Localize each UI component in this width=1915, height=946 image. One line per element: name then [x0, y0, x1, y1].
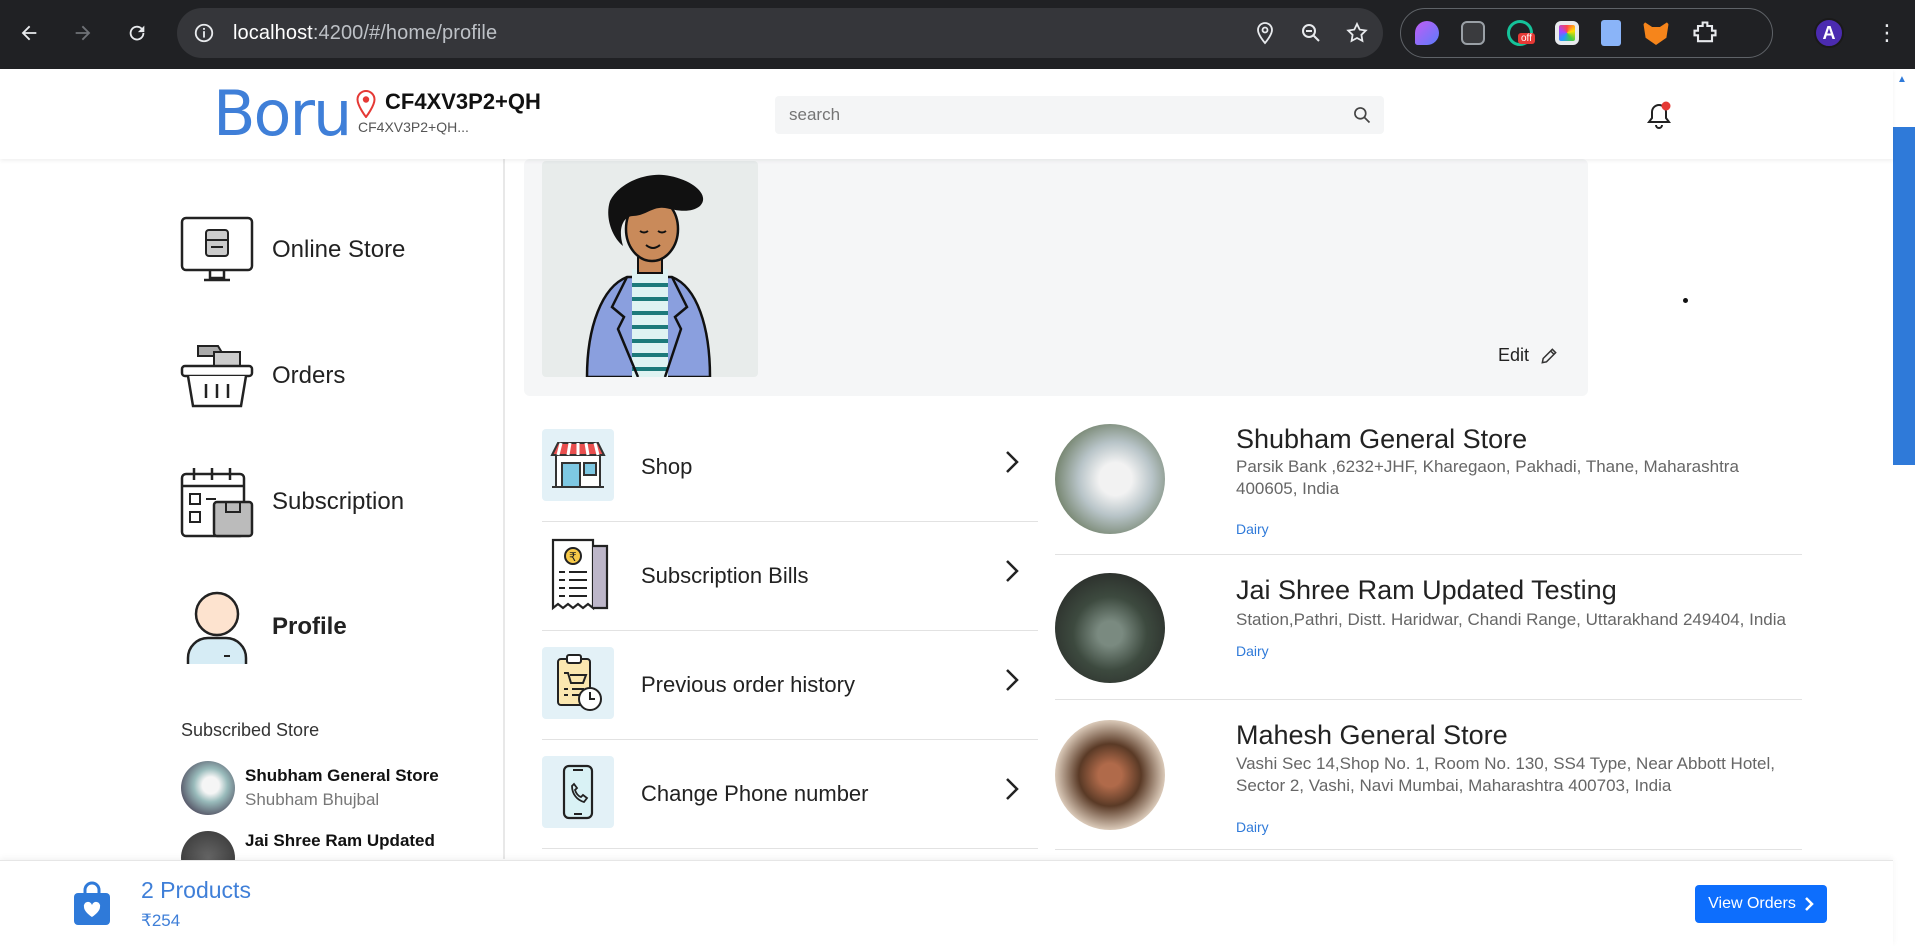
chevron-right-icon[interactable] [1004, 449, 1020, 475]
store-name: Jai Shree Ram Updated Testing [1236, 575, 1617, 605]
bill-receipt-icon: ₹ [542, 538, 614, 611]
subscribed-store-owner: Shubham Bhujbal [245, 790, 380, 809]
chevron-right-icon[interactable] [1004, 558, 1020, 584]
back-icon[interactable] [9, 13, 49, 53]
store-name: Shubham General Store [1236, 424, 1528, 454]
view-orders-button[interactable]: View Orders [1695, 885, 1827, 923]
chevron-right-icon[interactable] [1004, 667, 1020, 693]
store-image [1055, 424, 1165, 534]
chevron-right-icon[interactable] [1004, 776, 1020, 802]
sidebar-item-profile[interactable]: Profile [180, 590, 347, 664]
bookmark-star-icon[interactable] [1345, 21, 1369, 45]
extension-grammar-icon[interactable]: off [1507, 20, 1535, 46]
cart-count[interactable]: 2 Products [141, 877, 251, 904]
profile-avatar[interactable] [542, 161, 758, 377]
store-card[interactable]: Shubham General Store Parsik Bank ,6232+… [1055, 420, 1802, 555]
orders-basket-icon [180, 339, 254, 413]
extension-grid-icon[interactable] [1461, 21, 1485, 45]
extensions-icon[interactable] [1691, 19, 1719, 47]
shopping-bag-icon[interactable] [72, 881, 112, 927]
search-input[interactable] [789, 105, 1329, 125]
shop-icon [542, 429, 614, 501]
location-pin-icon[interactable] [356, 90, 376, 118]
profile-person-icon [180, 590, 254, 664]
address-bar[interactable]: localhost:4200/#/home/profile [177, 8, 1383, 58]
menu-item-change-phone[interactable]: Change Phone number [542, 740, 1038, 849]
location-title[interactable]: CF4XV3P2+QH [385, 89, 541, 115]
zoom-icon[interactable] [1299, 21, 1323, 45]
left-sidebar: Online Store Orders Subscription Profile… [170, 159, 505, 885]
store-image [1055, 720, 1165, 830]
store-card[interactable]: Mahesh General Store Vashi Sec 14,Shop N… [1055, 700, 1802, 850]
subscription-calendar-icon [180, 465, 254, 539]
store-name: Mahesh General Store [1236, 720, 1508, 750]
menu-item-label: Subscription Bills [641, 563, 809, 588]
extension-purple-icon[interactable] [1415, 21, 1439, 45]
extension-fox-icon[interactable] [1643, 21, 1669, 45]
edit-label: Edit [1498, 345, 1530, 365]
store-avatar [181, 761, 235, 815]
sidebar-item-online-store[interactable]: Online Store [180, 213, 405, 287]
menu-icon[interactable]: ⋮ [1876, 20, 1898, 46]
url-text[interactable]: localhost:4200/#/home/profile [233, 22, 497, 45]
scrollbar-thumb[interactable] [1893, 127, 1915, 465]
store-category: Dairy [1236, 521, 1269, 537]
site-info-icon[interactable] [193, 22, 215, 44]
decorative-dot [1683, 298, 1688, 303]
sidebar-item-label: Subscription [272, 488, 405, 515]
sidebar-item-label: Orders [272, 362, 346, 389]
extension-docs-icon[interactable] [1601, 20, 1621, 46]
extensions-bar: off [1400, 8, 1773, 58]
edit-profile-button[interactable]: Edit [1498, 345, 1559, 366]
store-category: Dairy [1236, 643, 1269, 659]
subscribed-store-name: Jai Shree Ram Updated [245, 831, 435, 850]
browser-toolbar: localhost:4200/#/home/profile off A ⋮ [0, 0, 1915, 69]
profile-card: Edit [524, 159, 1588, 396]
menu-item-shop[interactable]: Shop [542, 413, 1038, 522]
subscribed-store-heading: Subscribed Store [181, 720, 320, 740]
sidebar-item-subscription[interactable]: Subscription [180, 465, 404, 539]
search-icon[interactable] [1352, 105, 1372, 125]
location-icon[interactable] [1253, 21, 1277, 45]
notification-bell-icon[interactable] [1646, 101, 1672, 131]
browser-profile-avatar[interactable]: A [1814, 18, 1844, 48]
brand-logo[interactable]: Boru [213, 83, 352, 145]
profile-menu: Shop ₹ Subscription Bills Previous order… [542, 413, 1038, 849]
app-header: Boru CF4XV3P2+QH CF4XV3P2+QH... [0, 69, 1893, 159]
forward-icon[interactable] [63, 13, 103, 53]
svg-text:₹: ₹ [569, 550, 577, 564]
sidebar-item-label: Profile [272, 613, 347, 640]
chevron-right-icon [1804, 897, 1814, 911]
menu-item-label: Previous order history [641, 672, 855, 697]
subscribed-store-name: Shubham General Store [245, 766, 439, 785]
subscribed-store-item[interactable]: Shubham General Store Shubham Bhujbal [181, 761, 439, 815]
search-box[interactable] [775, 96, 1384, 134]
view-orders-label: View Orders [1708, 895, 1796, 912]
menu-item-label: Change Phone number [641, 781, 869, 806]
menu-item-subscription-bills[interactable]: ₹ Subscription Bills [542, 522, 1038, 631]
store-address: Station,Pathri, Distt. Haridwar, Chandi … [1236, 610, 1786, 629]
order-history-icon [542, 647, 614, 719]
store-list: Shubham General Store Parsik Bank ,6232+… [1055, 420, 1802, 850]
online-store-icon [180, 213, 254, 287]
store-category: Dairy [1236, 819, 1269, 835]
reload-icon[interactable] [117, 13, 157, 53]
cart-bottom-bar: 2 Products ₹254 View Orders [0, 860, 1893, 946]
location-subtitle[interactable]: CF4XV3P2+QH... [358, 119, 469, 135]
cart-total: ₹254 [141, 911, 181, 930]
store-image [1055, 573, 1165, 683]
store-address: Parsik Bank ,6232+JHF, Kharegaon, Pakhad… [1236, 457, 1739, 498]
pencil-icon [1541, 347, 1557, 364]
extension-color-icon[interactable] [1555, 21, 1579, 45]
sidebar-item-orders[interactable]: Orders [180, 339, 345, 413]
store-address: Vashi Sec 14,Shop No. 1, Room No. 130, S… [1236, 754, 1775, 795]
phone-icon [542, 756, 614, 828]
scroll-up-arrow[interactable]: ▲ [1897, 74, 1907, 85]
menu-item-label: Shop [641, 454, 693, 479]
sidebar-item-label: Online Store [272, 236, 406, 263]
menu-item-order-history[interactable]: Previous order history [542, 631, 1038, 740]
store-card[interactable]: Jai Shree Ram Updated Testing Station,Pa… [1055, 555, 1802, 700]
